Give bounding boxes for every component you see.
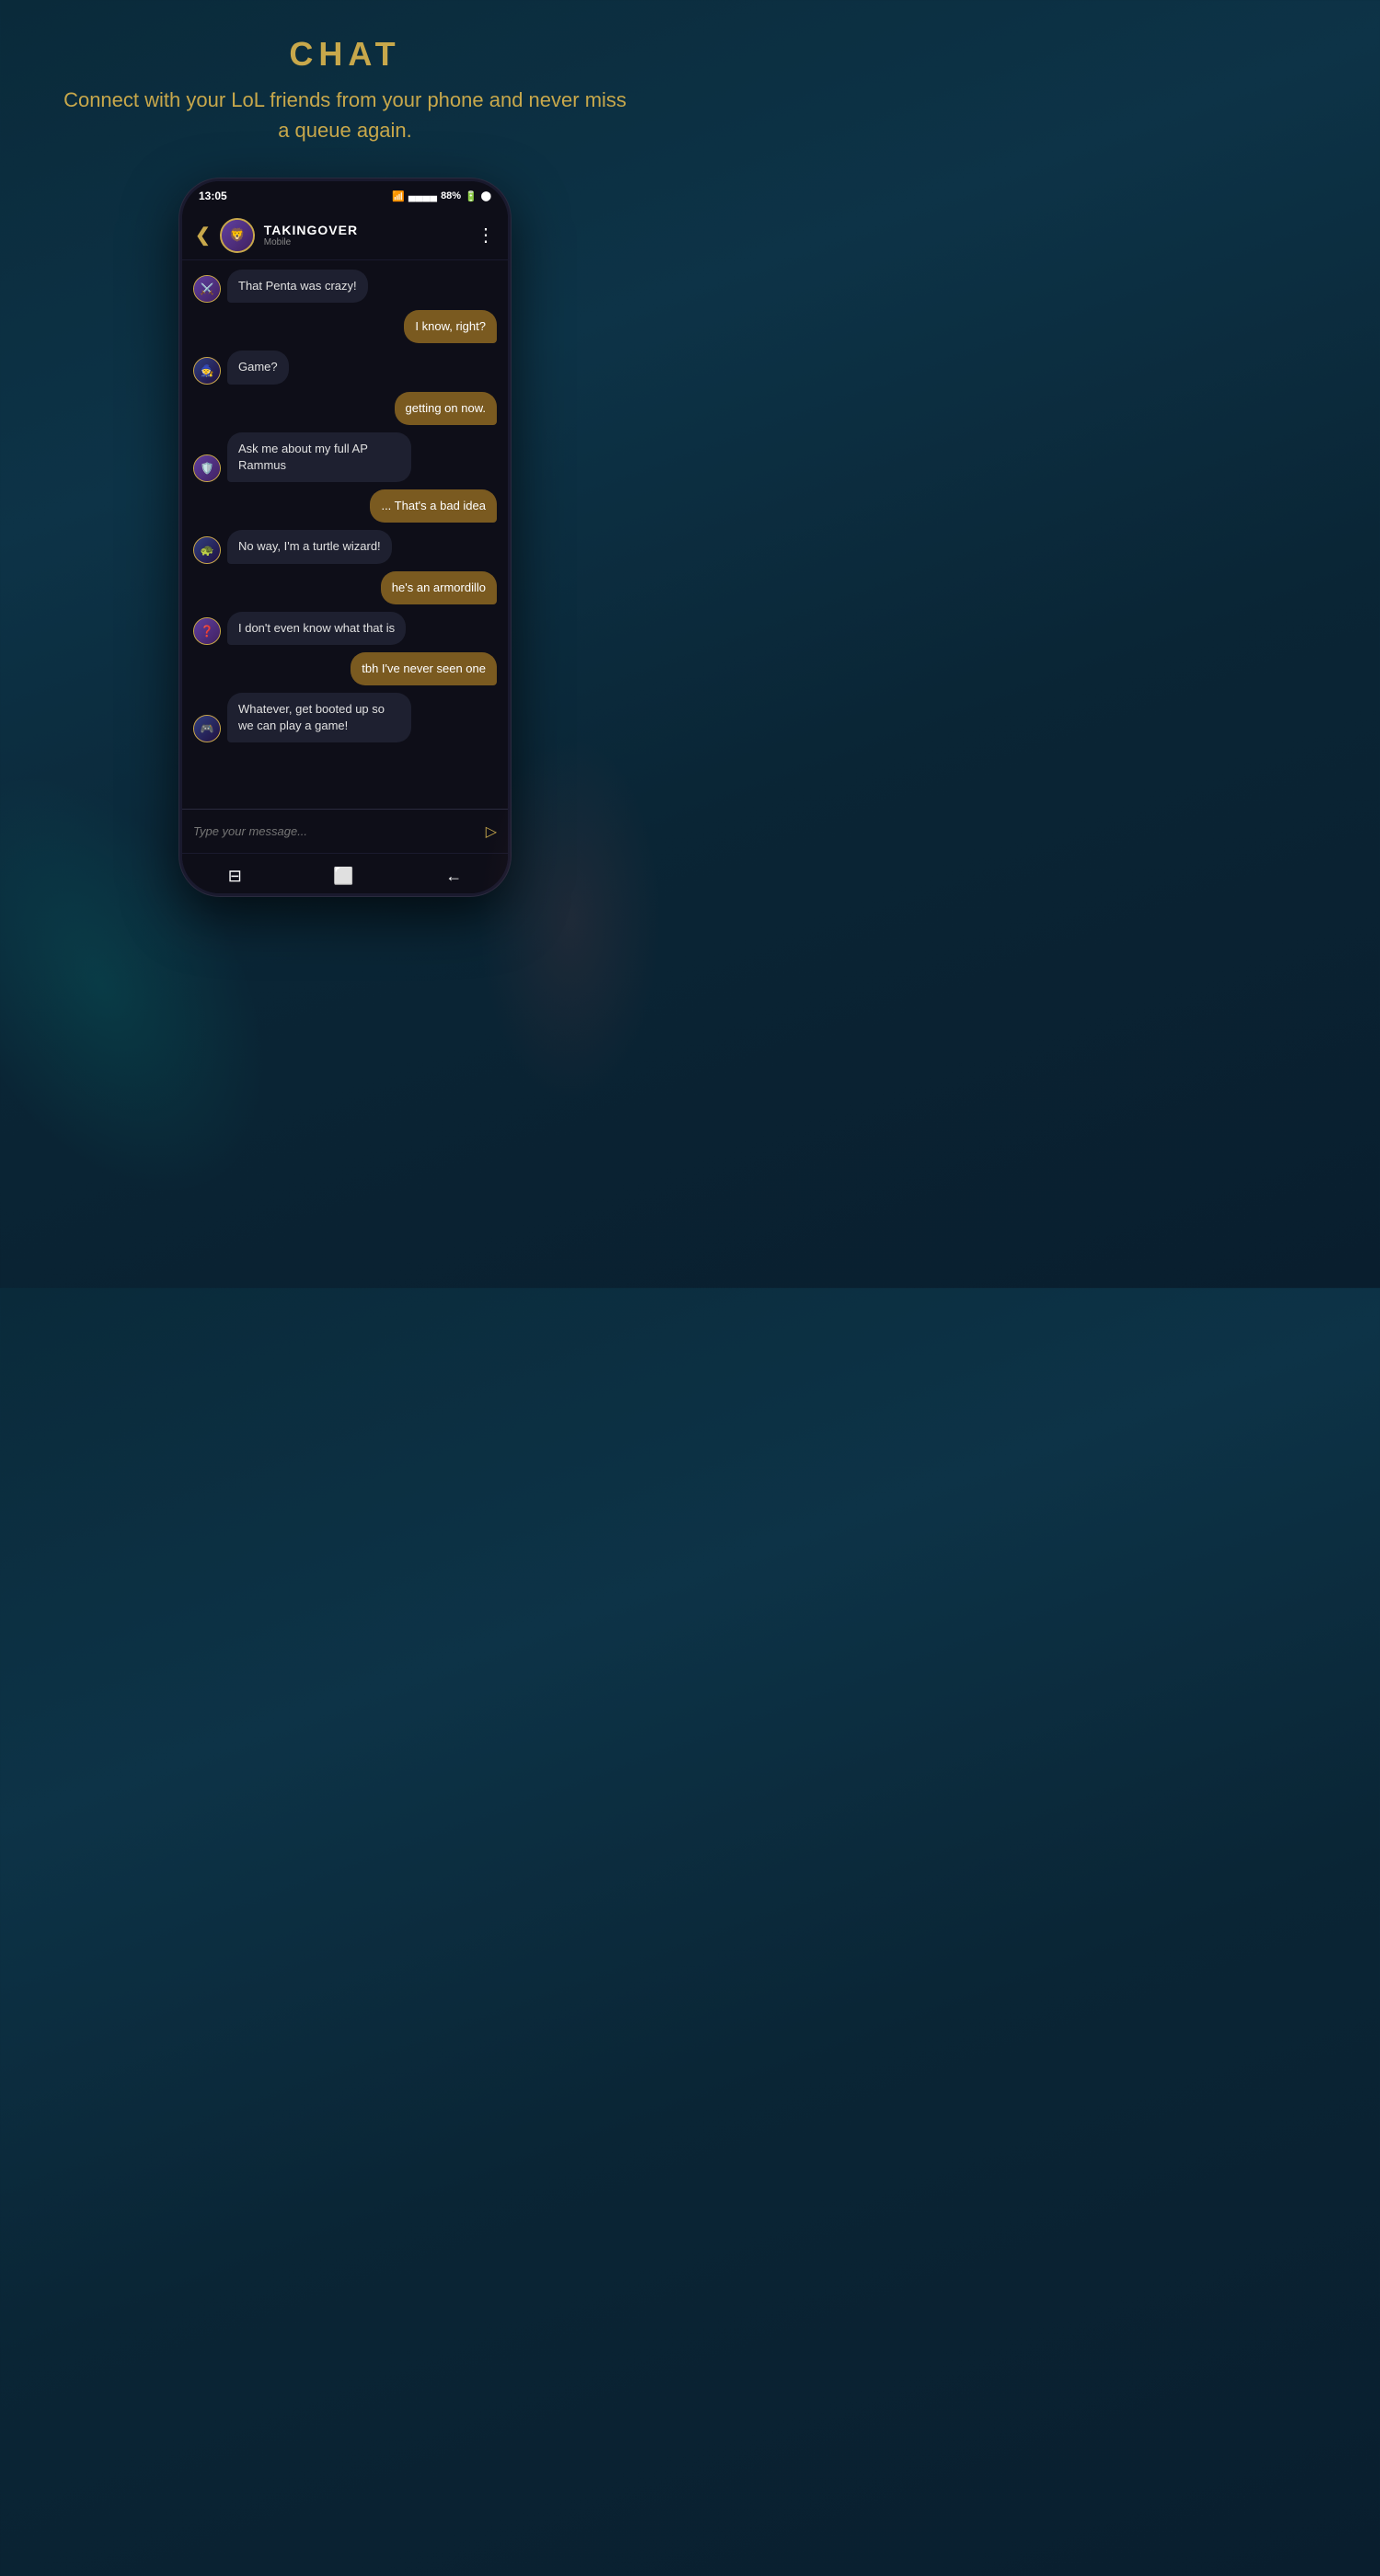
chat-messages-area: ⚔️ That Penta was crazy! I know, right? … [182, 260, 508, 809]
message-bubble: ... That's a bad idea [370, 489, 497, 523]
message-avatar: 🎮 [193, 715, 221, 742]
message-bubble: That Penta was crazy! [227, 270, 368, 303]
status-bar: 13:05 📶 ▄▄▄▄ 88% 🔋 ⬤ [182, 181, 508, 211]
message-bubble: getting on now. [395, 392, 497, 425]
home-button[interactable]: ⬜ [333, 867, 353, 886]
message-row: I know, right? [193, 310, 497, 343]
phone-bottom-nav: ⊟ ⬜ ← [182, 853, 508, 896]
back-nav-button[interactable]: ← [445, 867, 462, 886]
battery-level: 88% [441, 190, 461, 201]
status-time: 13:05 [199, 190, 227, 202]
message-row: 🎮 Whatever, get booted up so we can play… [193, 693, 497, 742]
contact-status: Mobile [264, 237, 467, 247]
camera-icon: ⬤ [481, 191, 491, 201]
phone-mockup: 13:05 📶 ▄▄▄▄ 88% 🔋 ⬤ ❮ 🦁 TAKINGOVER Mobi… [179, 178, 511, 896]
message-row: 🐢 No way, I'm a turtle wizard! [193, 530, 497, 563]
message-bubble: Ask me about my full AP Rammus [227, 432, 411, 482]
message-row: ❓ I don't even know what that is [193, 612, 497, 645]
contact-info: TAKINGOVER Mobile [264, 223, 467, 247]
page-subtitle: Connect with your LoL friends from your … [0, 85, 690, 178]
contact-avatar: 🦁 [220, 218, 255, 253]
page-title: CHAT [0, 0, 690, 85]
message-row: getting on now. [193, 392, 497, 425]
message-input[interactable] [193, 824, 478, 838]
recent-apps-button[interactable]: ⊟ [228, 867, 242, 886]
wifi-icon: 📶 [392, 190, 405, 202]
message-avatar: 🛡️ [193, 454, 221, 482]
chat-header: ❮ 🦁 TAKINGOVER Mobile ⋮ [182, 211, 508, 260]
message-avatar: 🐢 [193, 536, 221, 564]
message-avatar: ❓ [193, 617, 221, 645]
message-row: 🧙 Game? [193, 351, 497, 384]
back-button[interactable]: ❮ [195, 224, 211, 247]
message-row: ... That's a bad idea [193, 489, 497, 523]
message-row: he's an armordillo [193, 571, 497, 604]
message-avatar: 🧙 [193, 357, 221, 385]
message-bubble: No way, I'm a turtle wizard! [227, 530, 392, 563]
message-avatar: ⚔️ [193, 275, 221, 303]
message-bubble: Game? [227, 351, 289, 384]
more-options-button[interactable]: ⋮ [477, 224, 495, 247]
message-bubble: he's an armordillo [381, 571, 497, 604]
message-bubble: I know, right? [404, 310, 497, 343]
message-bubble: tbh I've never seen one [351, 652, 497, 685]
battery-icon: 🔋 [465, 190, 477, 202]
message-bubble: Whatever, get booted up so we can play a… [227, 693, 411, 742]
chat-input-bar: ▷ [182, 809, 508, 853]
send-button[interactable]: ▷ [486, 822, 497, 841]
message-row: ⚔️ That Penta was crazy! [193, 270, 497, 303]
message-bubble: I don't even know what that is [227, 612, 406, 645]
signal-icon: ▄▄▄▄ [408, 190, 437, 201]
message-row: 🛡️ Ask me about my full AP Rammus [193, 432, 497, 482]
contact-name: TAKINGOVER [264, 223, 467, 237]
message-row: tbh I've never seen one [193, 652, 497, 685]
